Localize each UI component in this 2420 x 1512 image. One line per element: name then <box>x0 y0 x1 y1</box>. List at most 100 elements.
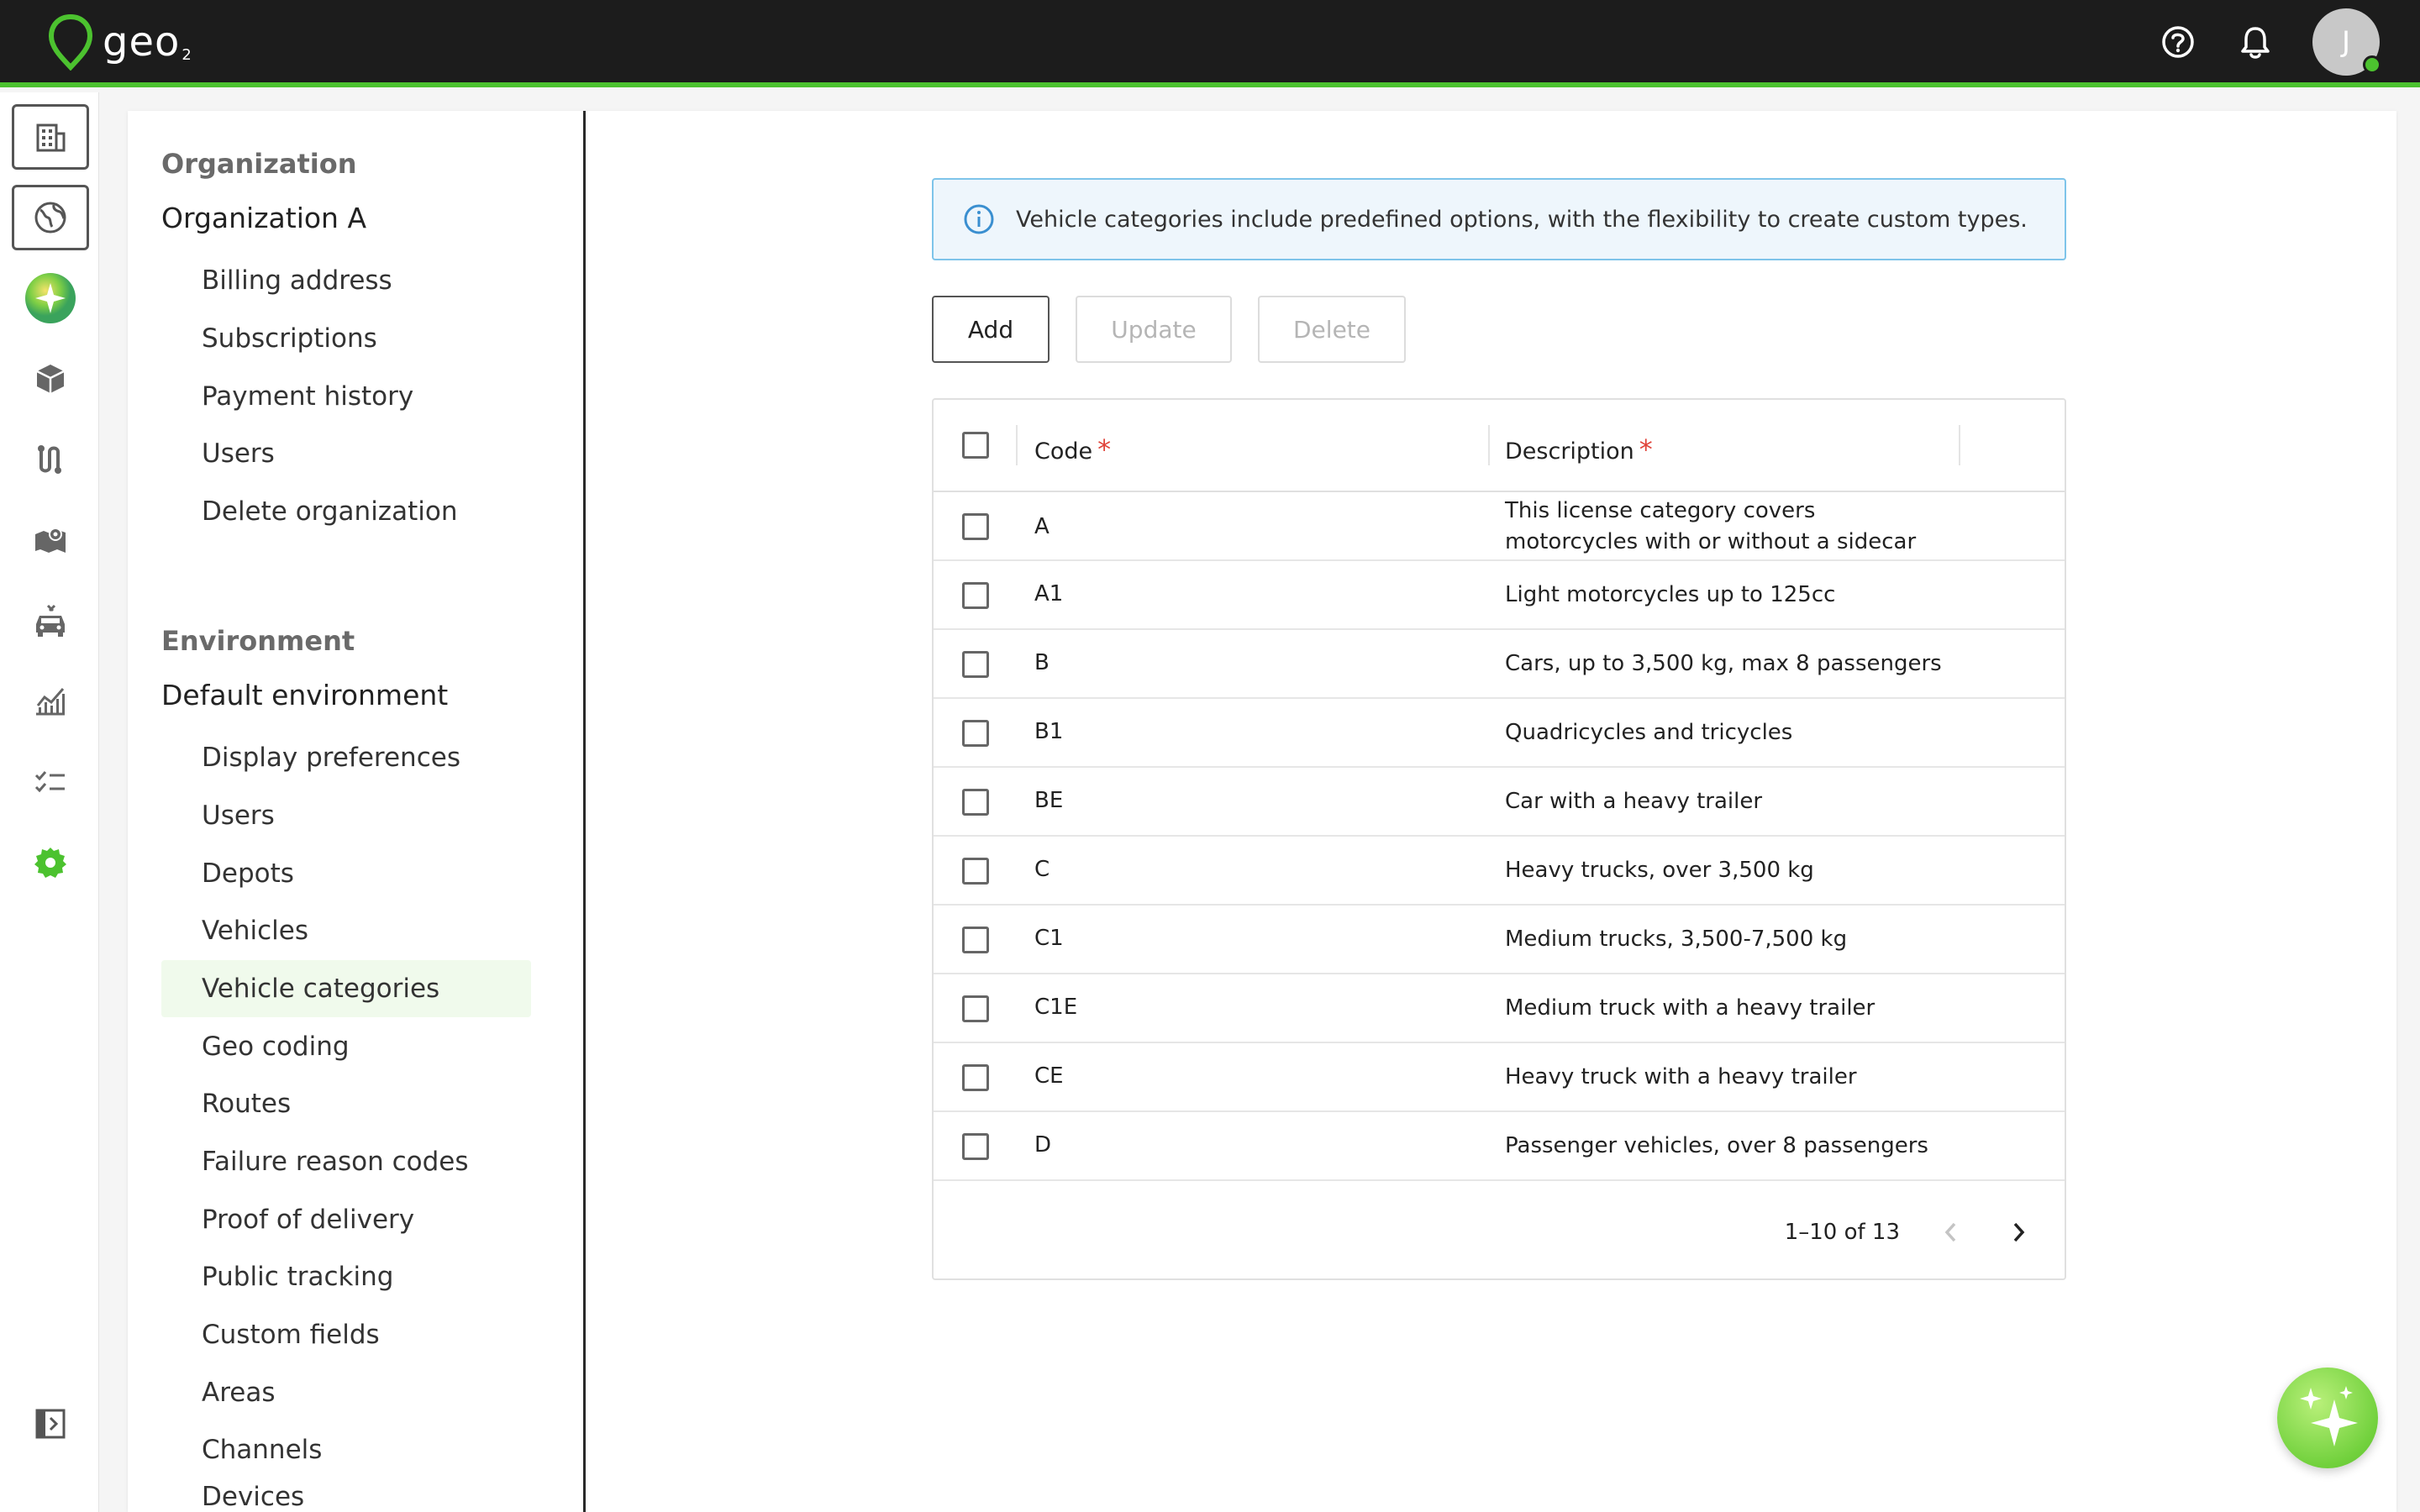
building-icon <box>36 123 66 152</box>
info-text: Vehicle categories include predefined op… <box>1016 206 2028 233</box>
cell-description: Cars, up to 3,500 kg, max 8 passengers <box>1505 651 1942 676</box>
previous-page-button[interactable] <box>1930 1211 1972 1253</box>
table-row[interactable]: B1 Quadricycles and tricycles <box>934 699 2065 768</box>
nav-item-devices[interactable]: Devices <box>161 1472 531 1512</box>
ai-sparkle-icon <box>25 273 76 323</box>
rail-orders-button[interactable] <box>12 346 89 412</box>
chevron-right-icon <box>2013 1222 2025 1242</box>
row-checkbox[interactable] <box>962 995 989 1022</box>
globe-icon <box>34 202 66 234</box>
info-icon <box>964 204 994 234</box>
bell-icon[interactable] <box>2235 22 2275 62</box>
rail-settings-button[interactable] <box>12 830 89 895</box>
icon-rail <box>0 92 99 1512</box>
ai-assistant-button[interactable] <box>2277 1368 2378 1468</box>
cell-description: Light motorcycles up to 125cc <box>1505 582 1836 607</box>
nav-item-proof-of-delivery[interactable]: Proof of delivery <box>161 1191 531 1248</box>
table-row[interactable]: C Heavy trucks, over 3,500 kg <box>934 837 2065 906</box>
nav-item-areas[interactable]: Areas <box>161 1364 531 1421</box>
cell-description: Car with a heavy trailer <box>1505 789 1763 814</box>
nav-item-failure-reason-codes[interactable]: Failure reason codes <box>161 1133 531 1190</box>
row-checkbox[interactable] <box>962 858 989 885</box>
avatar[interactable]: J <box>2312 8 2381 76</box>
table-row[interactable]: BE Car with a heavy trailer <box>934 768 2065 837</box>
column-separator <box>1959 425 1960 465</box>
cell-code: A <box>1034 514 1050 539</box>
checklist-icon <box>34 771 65 793</box>
avatar-initial: J <box>2341 25 2351 59</box>
cell-code: C1E <box>1034 995 1078 1020</box>
settings-nav: Organization Organization A Billing addr… <box>128 111 586 1512</box>
nav-item-geo-coding[interactable]: Geo coding <box>161 1018 531 1075</box>
row-checkbox[interactable] <box>962 651 989 678</box>
cell-code: CE <box>1034 1063 1064 1089</box>
nav-item-depots[interactable]: Depots <box>161 845 531 902</box>
nav-item-delete-organization[interactable]: Delete organization <box>161 483 531 540</box>
row-checkbox[interactable] <box>962 927 989 953</box>
logo[interactable]: geo 2 <box>47 12 192 72</box>
nav-item-vehicle-categories[interactable]: Vehicle categories <box>161 960 531 1017</box>
cell-description: Heavy truck with a heavy trailer <box>1505 1064 1857 1089</box>
nav-item-subscriptions[interactable]: Subscriptions <box>161 310 531 367</box>
cell-code: B1 <box>1034 719 1064 744</box>
location-pin-icon <box>48 13 93 71</box>
nav-item-org-users[interactable]: Users <box>161 425 531 482</box>
rail-routes-button[interactable] <box>12 427 89 492</box>
nav-item-env-users[interactable]: Users <box>161 787 531 844</box>
rail-tasks-button[interactable] <box>12 749 89 815</box>
table-row[interactable]: B Cars, up to 3,500 kg, max 8 passengers <box>934 630 2065 699</box>
online-status-dot <box>2363 55 2381 74</box>
nav-item-display-preferences[interactable]: Display preferences <box>161 729 531 786</box>
rail-analytics-button[interactable] <box>12 669 89 734</box>
nav-item-public-tracking[interactable]: Public tracking <box>161 1248 531 1305</box>
table-header: Code * Description * <box>934 400 2065 492</box>
row-checkbox[interactable] <box>962 720 989 747</box>
nav-item-billing-address[interactable]: Billing address <box>161 252 531 309</box>
rail-vehicles-button[interactable] <box>12 588 89 654</box>
help-icon[interactable] <box>2158 22 2198 62</box>
rail-organization-button[interactable] <box>12 104 89 170</box>
map-icon <box>35 528 66 553</box>
rail-map-button[interactable] <box>12 507 89 573</box>
next-page-button[interactable] <box>1997 1211 2039 1253</box>
logo-text: geo <box>103 18 181 66</box>
rail-environment-button[interactable] <box>12 185 89 250</box>
row-checkbox[interactable] <box>962 1133 989 1160</box>
nav-item-channels[interactable]: Channels <box>161 1421 531 1478</box>
content-area: Vehicle categories include predefined op… <box>586 111 2396 1512</box>
rail-ai-button[interactable] <box>12 265 89 331</box>
cell-description: Passenger vehicles, over 8 passengers <box>1505 1133 1928 1158</box>
table-row[interactable]: D Passenger vehicles, over 8 passengers <box>934 1112 2065 1181</box>
select-all-checkbox[interactable] <box>962 432 989 459</box>
cell-code: BE <box>1034 788 1064 813</box>
table-row[interactable]: C1E Medium truck with a heavy trailer <box>934 974 2065 1043</box>
nav-environment-name[interactable]: Default environment <box>161 679 448 711</box>
row-checkbox[interactable] <box>962 513 989 540</box>
cell-code: D <box>1034 1132 1052 1158</box>
update-button[interactable]: Update <box>1076 296 1232 363</box>
cell-description: Medium truck with a heavy trailer <box>1505 995 1876 1021</box>
row-checkbox[interactable] <box>962 582 989 609</box>
nav-item-routes[interactable]: Routes <box>161 1075 531 1132</box>
sidebar-collapse-button[interactable] <box>12 1391 89 1457</box>
nav-item-custom-fields[interactable]: Custom fields <box>161 1306 531 1363</box>
cell-code: C1 <box>1034 926 1064 951</box>
table-row[interactable]: A This license category covers motorcycl… <box>934 492 2065 561</box>
settings-panel: Organization Organization A Billing addr… <box>128 111 2396 1512</box>
table-row[interactable]: C1 Medium trucks, 3,500-7,500 kg <box>934 906 2065 974</box>
nav-organization-name[interactable]: Organization A <box>161 202 366 234</box>
row-checkbox[interactable] <box>962 1064 989 1091</box>
cell-description: Heavy trucks, over 3,500 kg <box>1505 858 1814 883</box>
table-row[interactable]: CE Heavy truck with a heavy trailer <box>934 1043 2065 1112</box>
nav-item-vehicles[interactable]: Vehicles <box>161 902 531 959</box>
delete-button[interactable]: Delete <box>1258 296 1406 363</box>
column-header-code[interactable]: Code * <box>1034 433 1111 465</box>
sidebar-collapse-icon <box>35 1409 66 1439</box>
table-row[interactable]: A1 Light motorcycles up to 125cc <box>934 561 2065 630</box>
column-header-description[interactable]: Description * <box>1505 433 1653 465</box>
settings-icon <box>34 848 66 878</box>
add-button[interactable]: Add <box>932 296 1050 363</box>
nav-item-payment-history[interactable]: Payment history <box>161 368 531 425</box>
cell-code: C <box>1034 857 1050 882</box>
row-checkbox[interactable] <box>962 789 989 816</box>
